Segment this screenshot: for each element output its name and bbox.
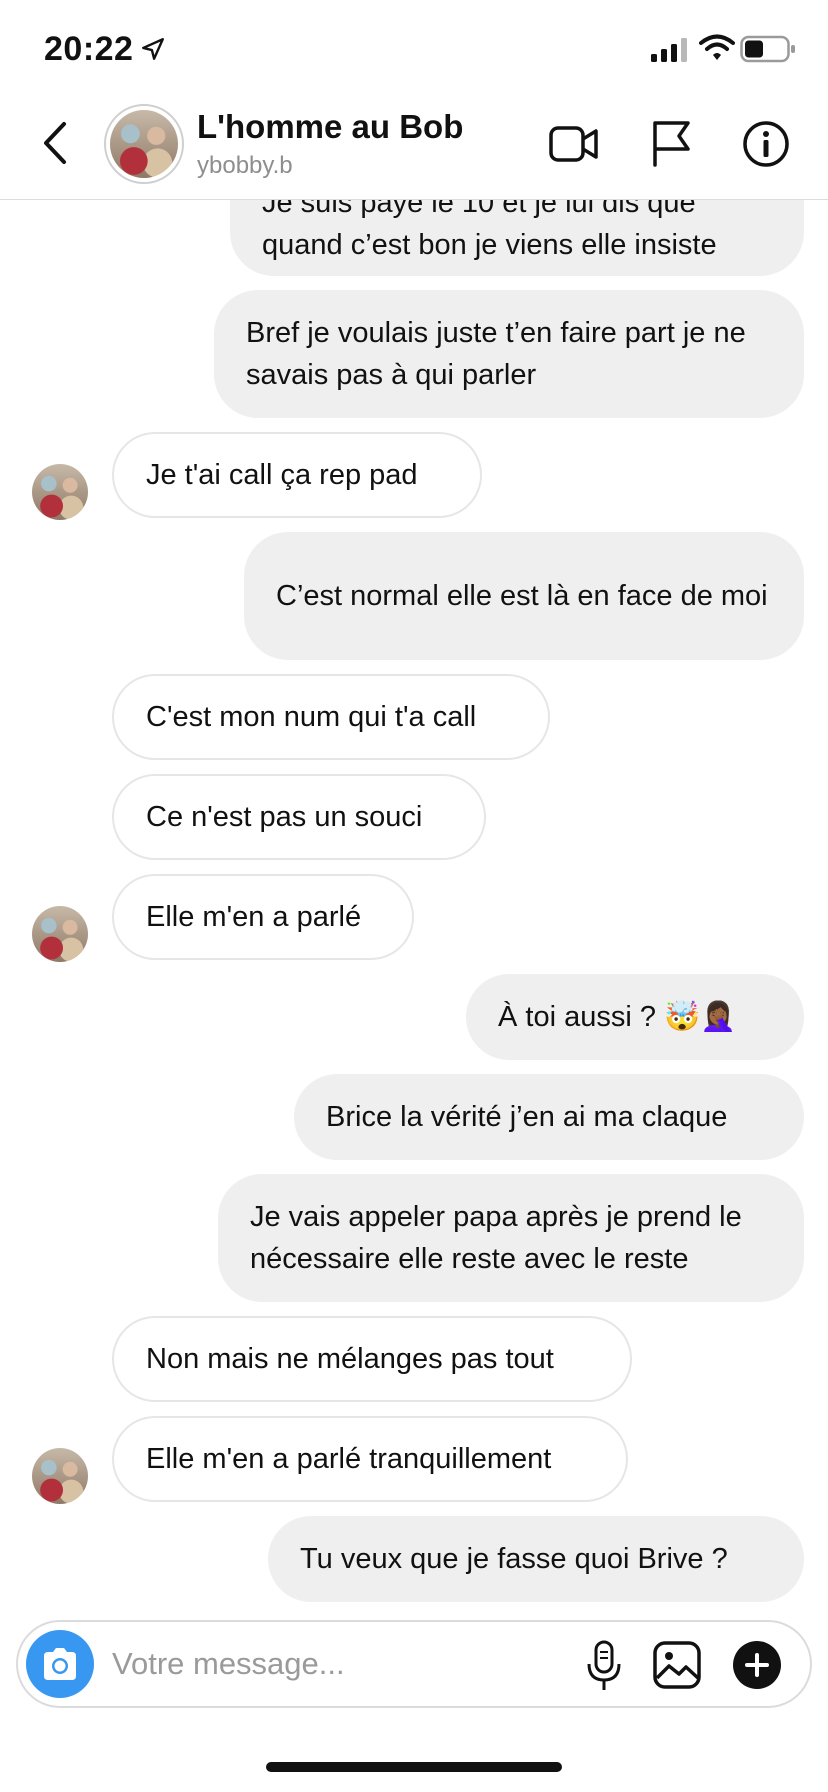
contact-name[interactable]: L'homme au Bob	[197, 108, 463, 146]
chevron-left-icon[interactable]	[38, 118, 72, 168]
message-input[interactable]	[112, 1636, 572, 1692]
message-text: Non mais ne mélanges pas tout	[146, 1343, 554, 1375]
status-bar: 20:22	[0, 0, 828, 100]
location-arrow-icon	[142, 38, 164, 60]
signal-icon	[651, 38, 687, 62]
message-incoming[interactable]: Non mais ne mélanges pas tout	[112, 1316, 632, 1402]
video-camera-icon[interactable]	[548, 120, 600, 168]
message-incoming[interactable]: Elle m'en a parlé tranquillement	[112, 1416, 628, 1502]
message-outgoing[interactable]: À toi aussi ? 🤯🤦🏾‍♀️	[466, 974, 804, 1060]
message-outgoing[interactable]: Bref je voulais juste t’en faire part je…	[214, 290, 804, 418]
avatar-photo	[110, 110, 178, 178]
message-text: Elle m'en a parlé tranquillement	[146, 1443, 552, 1475]
message-incoming[interactable]: C'est mon num qui t'a call	[112, 674, 550, 760]
message-outgoing[interactable]: Je suis payé le 10 et je lui dis que qua…	[230, 200, 804, 276]
message-text: À toi aussi ? 🤯🤦🏾‍♀️	[498, 1001, 737, 1033]
message-outgoing[interactable]: C’est normal elle est là en face de moi	[244, 532, 804, 660]
message-incoming[interactable]: Je t'ai call ça rep pad	[112, 432, 482, 518]
message-incoming[interactable]: Elle m'en a parlé	[112, 874, 414, 960]
message-text: Bref je voulais juste t’en faire part je…	[246, 317, 746, 391]
camera-icon	[44, 1648, 76, 1680]
message-text: Je suis payé le 10 et je lui dis que qua…	[262, 200, 717, 261]
message-text: Brice la vérité j’en ai ma claque	[326, 1101, 728, 1133]
message-composer	[16, 1620, 812, 1708]
message-text: Je vais appeler papa après je prend le n…	[250, 1201, 742, 1275]
message-outgoing[interactable]: Tu veux que je fasse quoi Brive ?	[268, 1516, 804, 1602]
message-thread[interactable]: Je suis payé le 10 et je lui dis que qua…	[0, 200, 828, 1620]
sender-avatar[interactable]	[32, 906, 88, 962]
message-outgoing[interactable]: Je vais appeler papa après je prend le n…	[218, 1174, 804, 1302]
microphone-icon[interactable]	[584, 1640, 624, 1692]
plus-circle-icon[interactable]	[732, 1640, 782, 1690]
image-icon[interactable]	[652, 1640, 702, 1690]
flag-icon[interactable]	[650, 118, 692, 168]
conversation-header: L'homme au Bob ybobby.b	[0, 100, 828, 200]
sender-avatar[interactable]	[32, 1448, 88, 1504]
message-text: Tu veux que je fasse quoi Brive ?	[300, 1543, 728, 1575]
avatar-photo	[32, 1448, 88, 1504]
home-indicator[interactable]	[266, 1762, 562, 1772]
battery-icon	[740, 35, 795, 63]
message-text: Ce n'est pas un souci	[146, 801, 423, 833]
avatar-photo	[32, 464, 88, 520]
message-text: C'est mon num qui t'a call	[146, 701, 477, 733]
contact-username: ybobby.b	[197, 152, 293, 179]
wifi-icon	[699, 34, 735, 60]
message-outgoing[interactable]: Brice la vérité j’en ai ma claque	[294, 1074, 804, 1160]
avatar-photo	[32, 906, 88, 962]
message-text: C’est normal elle est là en face de moi	[276, 580, 768, 612]
status-time: 20:22	[44, 30, 134, 68]
camera-button[interactable]	[26, 1630, 94, 1698]
contact-avatar[interactable]	[104, 104, 184, 184]
message-incoming[interactable]: Ce n'est pas un souci	[112, 774, 486, 860]
info-icon[interactable]	[742, 120, 790, 168]
sender-avatar[interactable]	[32, 464, 88, 520]
message-text: Elle m'en a parlé	[146, 901, 362, 933]
message-text: Je t'ai call ça rep pad	[146, 459, 418, 491]
